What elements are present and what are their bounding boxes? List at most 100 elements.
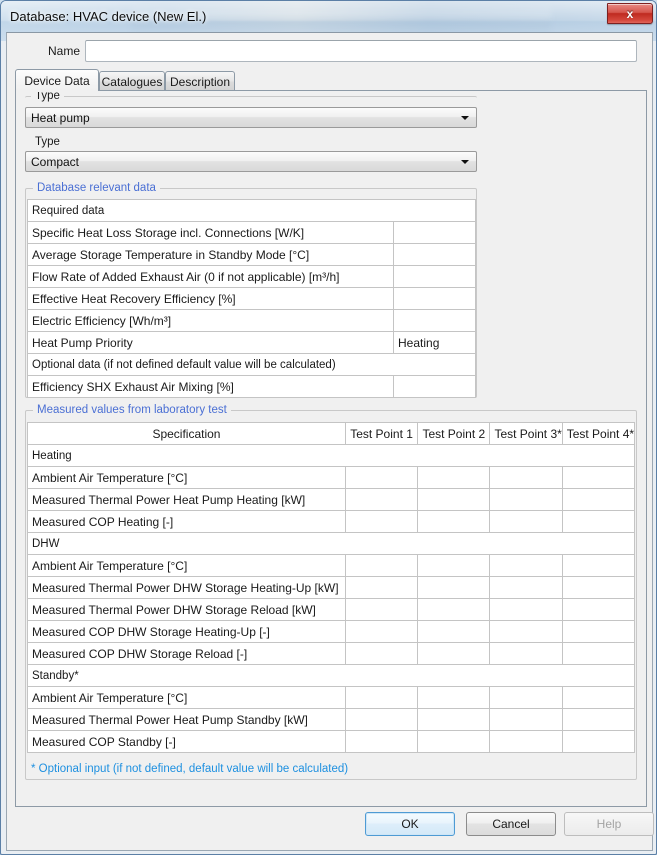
row-value-tp4[interactable] [561,466,636,489]
column-header-test-point-2: Test Point 2 [417,422,491,445]
row-label: Measured COP DHW Storage Reload [-] [27,642,346,665]
row-value-input[interactable] [393,375,476,398]
tab-device-data[interactable]: Device Data [15,69,99,91]
titlebar: Database: HVAC device (New El.) x [1,1,656,35]
row-value-tp3[interactable] [489,620,563,643]
column-header-test-point-3: Test Point 3* [489,422,563,445]
tab-description-label: Description [169,74,231,89]
row-label: Measured COP DHW Storage Heating-Up [-] [27,620,346,643]
section-header-heating: Heating [27,444,635,467]
row-value-tp1[interactable] [344,708,419,731]
row-value-tp4[interactable] [561,642,636,665]
section-header-dhw: DHW [27,532,635,555]
row-value-tp3[interactable] [489,466,563,489]
ok-button[interactable]: OK [365,812,455,836]
row-value-tp3[interactable] [489,708,563,731]
table-row: Measured Thermal Power Heat Pump Standby… [27,708,636,731]
table-row: Average Storage Temperature in Standby M… [27,243,476,266]
row-value-tp2[interactable] [417,466,491,489]
row-value-tp4[interactable] [561,554,636,577]
row-value-tp3[interactable] [489,554,563,577]
row-value-input[interactable] [393,243,476,266]
row-value-tp2[interactable] [417,598,491,621]
row-value-tp1[interactable] [344,466,419,489]
row-value-tp1[interactable] [344,488,419,511]
measured-group-legend: Measured values from laboratory test [33,404,231,416]
row-label: Measured Thermal Power Heat Pump Heating… [27,488,346,511]
row-value-tp2[interactable] [417,510,491,533]
row-value-tp1[interactable] [344,554,419,577]
row-value-tp4[interactable] [561,620,636,643]
row-value-input[interactable] [393,309,476,332]
row-value-tp1[interactable] [344,686,419,709]
row-value-tp2[interactable] [417,730,491,753]
active-tab-seam [16,90,98,92]
row-value-tp2[interactable] [417,576,491,599]
row-value-tp4[interactable] [561,598,636,621]
row-value-input[interactable] [393,287,476,310]
row-label: Measured Thermal Power DHW Storage Reloa… [27,598,346,621]
row-value-tp2[interactable] [417,488,491,511]
row-value-tp3[interactable] [489,510,563,533]
type-label-2: Type [31,136,64,148]
row-value-tp4[interactable] [561,730,636,753]
database-relevant-table: Required data Specific Heat Loss Storage… [27,199,476,398]
column-header-specification: Specification [27,422,346,445]
name-input[interactable] [85,40,637,62]
row-label: Flow Rate of Added Exhaust Air (0 if not… [27,265,394,288]
name-row: Name [7,38,654,64]
row-value-input[interactable] [393,265,476,288]
column-header-test-point-4: Test Point 4* [561,422,636,445]
cancel-button[interactable]: Cancel [466,812,556,836]
row-value-input[interactable] [393,221,476,244]
row-value-tp2[interactable] [417,686,491,709]
table-row: Efficiency SHX Exhaust Air Mixing [%] [27,375,476,398]
dialog-client-area: Name Device Data Catalogues Description … [6,32,654,851]
tab-description[interactable]: Description [165,71,235,91]
row-value-tp4[interactable] [561,708,636,731]
row-value-tp3[interactable] [489,642,563,665]
close-button[interactable]: x [607,3,653,24]
type-combo-2[interactable]: Compact [25,151,477,172]
row-value-tp2[interactable] [417,620,491,643]
help-button[interactable]: Help [564,812,654,836]
row-value-tp2[interactable] [417,554,491,577]
row-value-tp4[interactable] [561,510,636,533]
table-row: Measured COP Standby [-] [27,730,636,753]
optional-data-header: Optional data (if not defined default va… [27,353,476,376]
dialog-button-bar: OK Cancel Help [7,812,654,842]
table-row: Measured COP Heating [-] [27,510,636,533]
row-value-tp1[interactable] [344,730,419,753]
table-row: Ambient Air Temperature [°C] [27,686,636,709]
row-value-tp4[interactable] [561,488,636,511]
table-row: Measured Thermal Power DHW Storage Heati… [27,576,636,599]
table-row-section-header: Required data [27,199,476,222]
row-value-tp4[interactable] [561,576,636,599]
row-value-input[interactable]: Heating [393,331,476,354]
row-value-tp2[interactable] [417,642,491,665]
row-value-tp1[interactable] [344,510,419,533]
row-value-tp3[interactable] [489,598,563,621]
row-value-tp3[interactable] [489,686,563,709]
measured-values-table-body: Heating Ambient Air Temperature [°C] Mea… [27,444,636,753]
type-combo-1[interactable]: Heat pump [25,107,477,128]
row-value-tp1[interactable] [344,620,419,643]
tab-strip: Device Data Catalogues Description [15,69,647,91]
row-value-tp3[interactable] [489,488,563,511]
row-value-tp2[interactable] [417,708,491,731]
row-value-tp4[interactable] [561,686,636,709]
table-row: Heat Pump Priority Heating [27,331,476,354]
tab-device-data-label: Device Data [24,73,90,88]
table-row-section-header: Optional data (if not defined default va… [27,353,476,376]
row-label: Measured Thermal Power DHW Storage Heati… [27,576,346,599]
row-value-tp1[interactable] [344,642,419,665]
tab-catalogues[interactable]: Catalogues [99,71,165,91]
name-label: Name [47,44,80,58]
row-value-tp3[interactable] [489,576,563,599]
row-label: Measured Thermal Power Heat Pump Standby… [27,708,346,731]
row-value-tp1[interactable] [344,598,419,621]
measured-values-table-head: Specification Test Point 1 Test Point 2 … [27,422,636,445]
row-label: Ambient Air Temperature [°C] [27,686,346,709]
row-value-tp1[interactable] [344,576,419,599]
row-value-tp3[interactable] [489,730,563,753]
